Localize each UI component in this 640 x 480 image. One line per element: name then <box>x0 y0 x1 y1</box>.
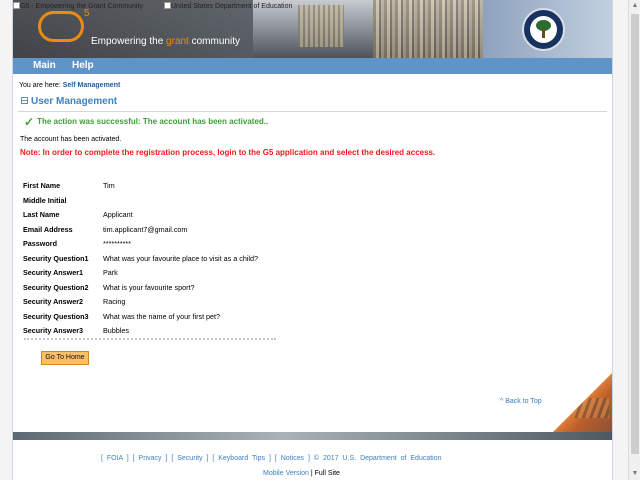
footer-copyright: © 2017 U.S. Department of Education <box>313 455 442 462</box>
detail-row: Security Question2 What is your favourite… <box>23 283 323 298</box>
tagline-highlight: grant <box>166 36 189 47</box>
g5-logo-g <box>38 11 84 42</box>
detail-row: First Name Tim <box>23 181 323 196</box>
detail-value: ********** <box>103 239 131 248</box>
go-to-home-button[interactable]: Go To Home <box>41 351 89 365</box>
detail-value: What was the name of your first pet? <box>103 311 221 321</box>
tree-trunk-icon <box>542 30 545 38</box>
detail-label: Security Question1 <box>23 253 89 263</box>
detail-value: What was your favourite place to visit a… <box>103 253 259 263</box>
detail-label: First Name <box>23 181 61 190</box>
success-message-text: The action was successful: The account h… <box>37 117 269 126</box>
nav-help[interactable]: Help <box>72 60 94 71</box>
detail-value: Tim <box>103 181 115 190</box>
g5-banner: G5 - Empowering the Grant Community Unit… <box>13 0 612 58</box>
banner-tagline: Empowering the grant community <box>91 36 240 47</box>
footer-links: [ FOIA ] [ Privacy ] [ Security ] [ Keyb… <box>101 455 442 462</box>
tagline-suffix: community <box>188 36 240 47</box>
detail-row: Last Name Applicant <box>23 210 323 225</box>
detail-label: Email Address <box>23 224 73 234</box>
g5-alt-text: G5 - Empowering the Grant Community <box>20 3 143 10</box>
detail-row: Password ********** <box>23 239 323 254</box>
breadcrumb: You are here: Self Management <box>19 82 120 89</box>
broken-image-icon <box>13 2 20 9</box>
page-title-text: User Management <box>31 96 118 107</box>
detail-value: Park <box>103 268 118 277</box>
seal-center <box>530 16 557 43</box>
scroll-thumb[interactable] <box>631 14 639 454</box>
detail-value: What is your favourite sport? <box>103 282 195 292</box>
detail-label: Security Question2 <box>23 282 89 292</box>
detail-value: Applicant <box>103 210 133 219</box>
full-site-text: Full Site <box>314 470 340 477</box>
site-mode-links: Mobile Version | Full Site <box>263 470 340 477</box>
detail-value: tim.applicant7@gmail.com <box>103 224 188 234</box>
footer-link-list[interactable]: [ FOIA ] [ Privacy ] [ Security ] [ Keyb… <box>101 455 310 462</box>
title-divider <box>18 111 607 112</box>
back-to-top-link[interactable]: ^ Back to Top <box>500 398 542 405</box>
registration-note: Note: In order to complete the registrat… <box>20 148 436 157</box>
detail-label: Security Question3 <box>23 311 89 321</box>
education-alt-text: United States Department of Education <box>171 3 293 10</box>
detail-label: Security Answer2 <box>23 297 84 306</box>
footer-image-strip <box>13 432 612 440</box>
g5-broken-image-alt: G5 - Empowering the Grant Community <box>13 2 143 10</box>
nav-main[interactable]: Main <box>33 60 56 71</box>
library-shelf-image <box>373 0 493 58</box>
account-activated-message: The account has been activated. <box>20 136 122 143</box>
library-floor-image <box>552 373 612 433</box>
main-navigation: Main Help <box>13 58 612 74</box>
vertical-scrollbar[interactable]: ▲ ▼ <box>628 0 640 480</box>
browser-page: { "banner": { "g5_logo_alt": "G5 - Empow… <box>0 0 640 480</box>
mobile-version-link[interactable]: Mobile Version <box>263 470 309 477</box>
check-icon: ✓ <box>24 115 35 129</box>
detail-label: Password <box>23 239 57 248</box>
detail-label: Security Answer1 <box>23 268 84 277</box>
library-shelf-image <box>298 5 344 47</box>
page-title: User Management <box>21 96 117 109</box>
detail-row: Middle Initial <box>23 196 323 211</box>
account-details: First Name Tim Middle Initial Last Name Ap… <box>23 181 323 341</box>
scroll-down-icon[interactable]: ▼ <box>631 470 639 478</box>
detail-row: Security Question3 What was the name of y… <box>23 312 323 327</box>
detail-row: Email Address tim.applicant7@gmail.com <box>23 225 323 240</box>
detail-label: Security Answer3 <box>23 326 84 335</box>
detail-row: Security Answer2 Racing <box>23 297 323 312</box>
scroll-up-icon[interactable]: ▲ <box>631 2 639 10</box>
list-icon <box>21 97 28 104</box>
detail-row: Security Question1 What was your favourit… <box>23 254 323 269</box>
tagline-prefix: Empowering the <box>91 36 167 47</box>
breadcrumb-prefix: You are here: <box>19 82 61 89</box>
detail-value: Bubbles <box>103 326 129 335</box>
details-divider <box>24 338 276 340</box>
success-message: ✓ The action was successful: The account … <box>24 115 268 129</box>
education-seal <box>522 8 565 51</box>
detail-value: Racing <box>103 297 126 306</box>
detail-label: Last Name <box>23 210 60 219</box>
page-frame: G5 - Empowering the Grant Community Unit… <box>12 0 613 480</box>
breadcrumb-self-management-link[interactable]: Self Management <box>63 82 121 89</box>
broken-image-icon <box>164 2 171 9</box>
detail-label: Middle Initial <box>23 195 67 205</box>
g5-logo-number: 5 <box>84 8 90 19</box>
detail-row: Security Answer1 Park <box>23 268 323 283</box>
footer-separator: | <box>310 470 313 477</box>
education-broken-image-alt: United States Department of Education <box>164 2 292 10</box>
